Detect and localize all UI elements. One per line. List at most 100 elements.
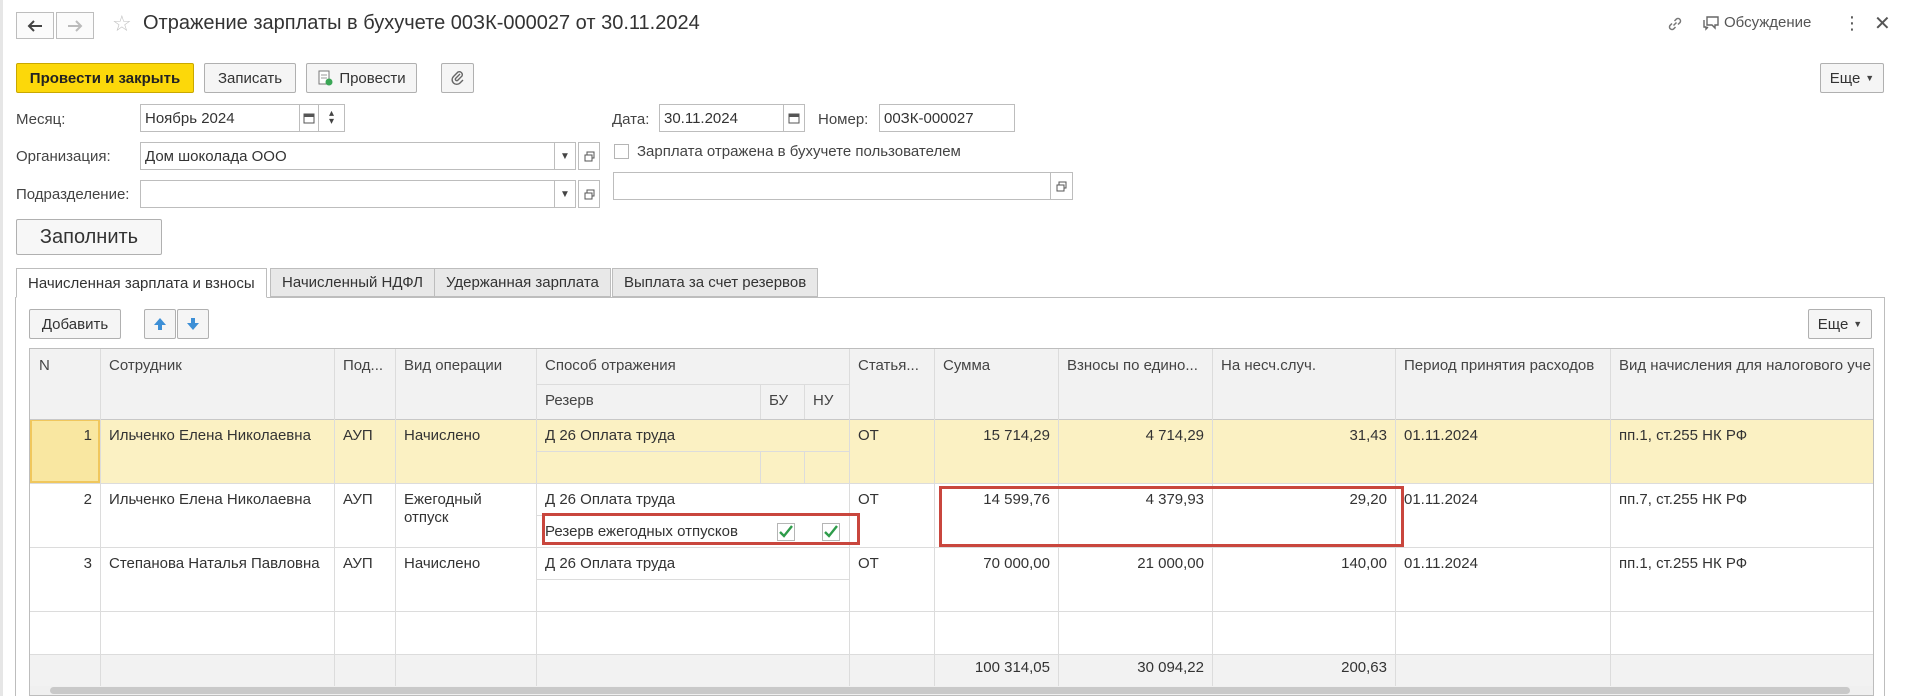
method-cell[interactable]: Д 26 Оплата труда bbox=[545, 555, 675, 572]
organization-dropdown-button[interactable]: ▼ bbox=[554, 142, 576, 170]
column-header-n[interactable]: N bbox=[30, 349, 100, 419]
method-cell[interactable]: Д 26 Оплата труда bbox=[545, 491, 675, 508]
column-header-nu[interactable]: НУ bbox=[804, 384, 849, 419]
save-button[interactable]: Записать bbox=[204, 63, 296, 93]
article-cell[interactable]: ОТ bbox=[858, 491, 879, 508]
date-input[interactable]: 30.11.2024 bbox=[659, 104, 784, 132]
accident-cell[interactable]: 140,00 bbox=[1212, 555, 1387, 572]
period-cell[interactable]: 01.11.2024 bbox=[1404, 555, 1478, 572]
discussion-button[interactable]: Обсуждение bbox=[1702, 14, 1811, 31]
tab-accrued-salary[interactable]: Начисленная зарплата и взносы bbox=[16, 268, 267, 298]
article-cell[interactable]: ОТ bbox=[858, 555, 879, 572]
organization-open-button[interactable] bbox=[578, 142, 600, 170]
month-calendar-button[interactable] bbox=[299, 104, 319, 132]
table-more-button[interactable]: Еще ▼ bbox=[1808, 309, 1872, 339]
operation-cell[interactable]: Начислено bbox=[404, 427, 480, 444]
fill-button[interactable]: Заполнить bbox=[16, 219, 162, 255]
tax-type-cell[interactable]: пп.1, ст.255 НК РФ bbox=[1619, 427, 1747, 444]
column-header-sum[interactable]: Сумма bbox=[934, 349, 1058, 419]
department-cell[interactable]: АУП bbox=[343, 427, 373, 444]
comment-input[interactable] bbox=[613, 172, 1051, 200]
column-header-operation[interactable]: Вид операции bbox=[395, 349, 536, 419]
horizontal-scrollbar[interactable] bbox=[30, 686, 1873, 695]
department-cell[interactable]: АУП bbox=[343, 491, 373, 508]
accident-cell[interactable]: 29,20 bbox=[1212, 491, 1387, 508]
row-number: 3 bbox=[83, 555, 92, 572]
department-open-button[interactable] bbox=[578, 180, 600, 208]
forward-button[interactable] bbox=[56, 12, 94, 39]
tab-accrued-ndfl[interactable]: Начисленный НДФЛ bbox=[270, 268, 435, 297]
accident-cell[interactable]: 31,43 bbox=[1212, 427, 1387, 444]
post-button-label: Провести bbox=[339, 69, 406, 87]
organization-input[interactable]: Дом шоколада ООО bbox=[140, 142, 555, 170]
column-header-method[interactable]: Способ отражения bbox=[536, 349, 849, 384]
total-sum: 100 314,05 bbox=[974, 659, 1050, 676]
row-divider bbox=[30, 483, 1873, 484]
contributions-cell[interactable]: 4 379,93 bbox=[1058, 491, 1204, 508]
sum-cell[interactable]: 14 599,76 bbox=[934, 491, 1050, 508]
close-icon[interactable]: ✕ bbox=[1874, 11, 1891, 36]
tab-withheld-salary[interactable]: Удержанная зарплата bbox=[434, 268, 611, 297]
post-and-close-button[interactable]: Провести и закрыть bbox=[16, 63, 194, 93]
month-input[interactable]: Ноябрь 2024 bbox=[140, 104, 300, 132]
contributions-cell[interactable]: 4 714,29 bbox=[1058, 427, 1204, 444]
column-header-accident[interactable]: На несч.случ. bbox=[1212, 349, 1395, 419]
move-down-button[interactable] bbox=[177, 309, 209, 339]
column-header-article[interactable]: Статья... bbox=[849, 349, 934, 419]
contributions-cell[interactable]: 21 000,00 bbox=[1058, 555, 1204, 572]
column-header-tax-type[interactable]: Вид начисления для налогового уче bbox=[1610, 349, 1873, 419]
employee-cell[interactable]: Степанова Наталья Павловна bbox=[109, 555, 320, 572]
row-divider bbox=[30, 654, 1873, 655]
reserve-cell[interactable]: Резерв ежегодных отпусков bbox=[545, 523, 738, 540]
date-calendar-button[interactable] bbox=[783, 104, 805, 132]
department-dropdown-button[interactable]: ▼ bbox=[554, 180, 576, 208]
number-input[interactable]: 00ЗК-000027 bbox=[879, 104, 1015, 132]
favorite-star-icon[interactable]: ☆ bbox=[112, 12, 132, 36]
column-header-period[interactable]: Период принятия расходов bbox=[1395, 349, 1610, 419]
column-header-reserve[interactable]: Резерв bbox=[536, 384, 760, 419]
column-divider bbox=[100, 349, 101, 695]
scrollbar-thumb[interactable] bbox=[50, 687, 1850, 694]
period-cell[interactable]: 01.11.2024 bbox=[1404, 491, 1478, 508]
add-row-button[interactable]: Добавить bbox=[29, 309, 121, 339]
method-cell[interactable]: Д 26 Оплата труда bbox=[545, 427, 675, 444]
move-up-button[interactable] bbox=[144, 309, 176, 339]
header-divider bbox=[30, 419, 1873, 420]
sum-cell[interactable]: 70 000,00 bbox=[934, 555, 1050, 572]
bu-checkbox-checked-icon[interactable] bbox=[777, 523, 795, 541]
tax-type-cell[interactable]: пп.7, ст.255 НК РФ bbox=[1619, 491, 1747, 508]
tab-reserve-payment[interactable]: Выплата за счет резервов bbox=[612, 268, 819, 297]
period-cell[interactable]: 01.11.2024 bbox=[1404, 427, 1478, 444]
department-input[interactable] bbox=[140, 180, 555, 208]
tax-type-cell[interactable]: пп.1, ст.255 НК РФ bbox=[1619, 555, 1747, 572]
department-cell[interactable]: АУП bbox=[343, 555, 373, 572]
subrow-divider bbox=[536, 451, 849, 452]
employee-cell[interactable]: Ильченко Елена Николаевна bbox=[109, 491, 311, 508]
column-divider bbox=[760, 384, 761, 419]
more-vertical-icon[interactable]: ⋮ bbox=[1843, 13, 1861, 34]
nu-checkbox-checked-icon[interactable] bbox=[822, 523, 840, 541]
operation-cell-line1[interactable]: Ежегодный bbox=[404, 491, 482, 508]
more-button[interactable]: Еще ▼ bbox=[1820, 63, 1884, 93]
column-header-contributions[interactable]: Взносы по едино... bbox=[1058, 349, 1212, 419]
month-stepper[interactable]: ▴ ▾ bbox=[318, 104, 345, 132]
operation-cell[interactable]: Начислено bbox=[404, 555, 480, 572]
stepper-down-icon: ▾ bbox=[328, 116, 335, 127]
post-button[interactable]: Провести bbox=[306, 63, 417, 93]
sum-cell[interactable]: 15 714,29 bbox=[934, 427, 1050, 444]
attach-button[interactable] bbox=[441, 63, 474, 93]
column-divider bbox=[395, 349, 396, 695]
column-header-employee[interactable]: Сотрудник bbox=[100, 349, 334, 419]
discussion-icon bbox=[1703, 15, 1719, 31]
article-cell[interactable]: ОТ bbox=[858, 427, 879, 444]
reflected-by-user-checkbox[interactable] bbox=[614, 144, 629, 159]
calendar-icon bbox=[788, 113, 800, 124]
column-header-bu[interactable]: БУ bbox=[760, 384, 804, 419]
link-icon[interactable] bbox=[1666, 15, 1684, 37]
back-button[interactable] bbox=[16, 12, 54, 39]
employee-cell[interactable]: Ильченко Елена Николаевна bbox=[109, 427, 311, 444]
operation-cell-line2[interactable]: отпуск bbox=[404, 509, 448, 526]
open-window-icon bbox=[584, 189, 594, 199]
column-header-department[interactable]: Под... bbox=[334, 349, 395, 419]
comment-open-button[interactable] bbox=[1050, 172, 1073, 200]
